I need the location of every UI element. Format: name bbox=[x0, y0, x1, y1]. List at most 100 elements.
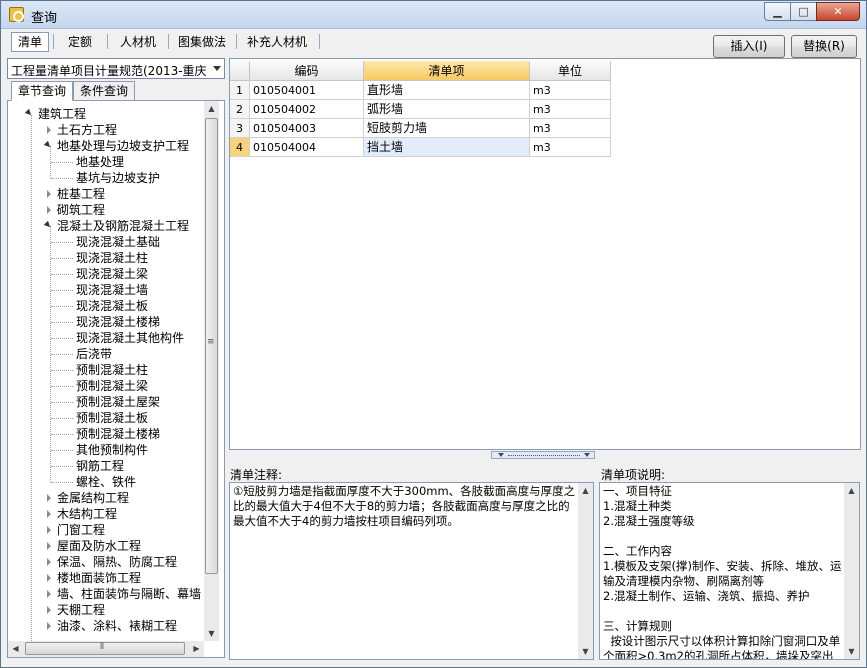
cell-item[interactable]: 短肢剪力墙 bbox=[364, 119, 530, 138]
tree-item-precast-slab[interactable]: 预制混凝土板 bbox=[76, 410, 148, 426]
standard-select[interactable]: 工程量清单项目计量规范(2013-重庆 bbox=[7, 58, 225, 79]
tab-chapter-query[interactable]: 章节查询 bbox=[11, 81, 73, 101]
tree-guide-line bbox=[51, 242, 73, 243]
description-box[interactable]: 一、项目特征 1.混凝土种类 2.混凝土强度等级 二、工作内容 1.模板及支架(… bbox=[599, 482, 860, 660]
insert-button[interactable]: 插入(I) bbox=[713, 35, 785, 58]
maximize-button[interactable]: □ bbox=[790, 2, 817, 21]
tree-item-cast-wall[interactable]: 现浇混凝土墙 bbox=[76, 282, 148, 298]
row-number[interactable]: 4 bbox=[230, 138, 250, 157]
grid-header-unit[interactable]: 单位 bbox=[530, 61, 611, 81]
collapsed-arrow-icon[interactable] bbox=[47, 542, 51, 550]
tree-item-concrete[interactable]: 混凝土及钢筋混凝土工程 bbox=[57, 218, 189, 234]
tree-item-other-precast[interactable]: 其他预制构件 bbox=[76, 442, 148, 458]
collapsed-arrow-icon[interactable] bbox=[47, 126, 51, 134]
tree-item-precast-stair[interactable]: 预制混凝土楼梯 bbox=[76, 426, 160, 442]
tree-item-door-window[interactable]: 门窗工程 bbox=[57, 522, 105, 538]
cell-unit[interactable]: m3 bbox=[530, 138, 611, 157]
tree-item-earthwork[interactable]: 土石方工程 bbox=[57, 122, 117, 138]
tree-item-cast-stair[interactable]: 现浇混凝土楼梯 bbox=[76, 314, 160, 330]
tab-atlas-method[interactable]: 图集做法 bbox=[173, 32, 231, 52]
cell-unit[interactable]: m3 bbox=[530, 100, 611, 119]
cell-code[interactable]: 010504001 bbox=[250, 81, 364, 100]
collapsed-arrow-icon[interactable] bbox=[47, 510, 51, 518]
collapsed-arrow-icon[interactable] bbox=[47, 526, 51, 534]
grid-header-item[interactable]: 清单项 bbox=[364, 61, 530, 81]
tab-bill[interactable]: 清单 bbox=[11, 32, 49, 52]
row-number[interactable]: 3 bbox=[230, 119, 250, 138]
tree-item-foundation[interactable]: 地基处理 bbox=[76, 154, 124, 170]
tab-supplement-materials[interactable]: 补充人材机 bbox=[241, 32, 313, 52]
tree-item-cast-other[interactable]: 现浇混凝土其他构件 bbox=[76, 330, 184, 346]
close-button[interactable]: ✕ bbox=[816, 2, 860, 21]
window-controls: ▁ □ ✕ bbox=[764, 2, 860, 21]
standard-select-value: 工程量清单项目计量规范(2013-重庆 bbox=[11, 64, 207, 78]
scroll-up-icon[interactable]: ▲ bbox=[844, 483, 859, 498]
collapsed-arrow-icon[interactable] bbox=[47, 494, 51, 502]
cell-code[interactable]: 010504003 bbox=[250, 119, 364, 138]
tree-vertical-scrollbar[interactable]: ▲ ≡ ▼ bbox=[204, 101, 219, 641]
tab-separator bbox=[107, 34, 108, 49]
cell-item[interactable]: 弧形墙 bbox=[364, 100, 530, 119]
tab-materials[interactable]: 人材机 bbox=[113, 32, 163, 52]
tree-item-metal-structure[interactable]: 金属结构工程 bbox=[57, 490, 129, 506]
cell-item[interactable]: 直形墙 bbox=[364, 81, 530, 100]
collapsed-arrow-icon[interactable] bbox=[47, 190, 51, 198]
tree-item-cast-slab[interactable]: 现浇混凝土板 bbox=[76, 298, 148, 314]
scroll-left-icon[interactable]: ◀ bbox=[8, 641, 23, 656]
collapsed-arrow-icon[interactable] bbox=[47, 622, 51, 630]
panel-splitter[interactable] bbox=[491, 451, 595, 459]
tree-item-post-pour-strip[interactable]: 后浇带 bbox=[76, 346, 112, 362]
notes-box[interactable]: ①短肢剪力墙是指截面厚度不大于300mm、各肢截面高度与厚度之比的最大值大于4但… bbox=[229, 482, 594, 660]
scroll-thumb[interactable] bbox=[25, 642, 185, 655]
tree-item-precast-column[interactable]: 预制混凝土柱 bbox=[76, 362, 148, 378]
tree-guide-line bbox=[51, 482, 73, 483]
tree-item-building[interactable]: 建筑工程 bbox=[38, 106, 86, 122]
tab-quota[interactable]: 定额 bbox=[59, 32, 101, 52]
cell-item[interactable]: 挡土墙 bbox=[364, 138, 530, 157]
collapsed-arrow-icon[interactable] bbox=[47, 558, 51, 566]
tree-item-rebar[interactable]: 钢筋工程 bbox=[76, 458, 124, 474]
tree-item-roof-waterproof[interactable]: 屋面及防水工程 bbox=[57, 538, 141, 554]
tree-item-precast-beam[interactable]: 预制混凝土梁 bbox=[76, 378, 148, 394]
collapsed-arrow-icon[interactable] bbox=[47, 574, 51, 582]
minimize-button[interactable]: ▁ bbox=[764, 2, 791, 21]
tree-item-paint[interactable]: 油漆、涂料、裱糊工程 bbox=[57, 618, 177, 634]
chevron-down-icon bbox=[213, 66, 221, 71]
tree-item-precast-truss[interactable]: 预制混凝土屋架 bbox=[76, 394, 160, 410]
tree-item-floor-finish[interactable]: 楼地面装饰工程 bbox=[57, 570, 141, 586]
description-scrollbar[interactable]: ▲ ▼ bbox=[844, 483, 859, 659]
scroll-down-icon[interactable]: ▼ bbox=[204, 626, 219, 641]
collapsed-arrow-icon[interactable] bbox=[47, 590, 51, 598]
collapsed-arrow-icon[interactable] bbox=[47, 606, 51, 614]
tree-item-ceiling[interactable]: 天棚工程 bbox=[57, 602, 105, 618]
scroll-up-icon[interactable]: ▲ bbox=[578, 483, 593, 498]
scroll-down-icon[interactable]: ▼ bbox=[844, 644, 859, 659]
row-number[interactable]: 2 bbox=[230, 100, 250, 119]
tree-item-insulation[interactable]: 保温、隔热、防腐工程 bbox=[57, 554, 177, 570]
tree-item-bolt-iron[interactable]: 螺栓、铁件 bbox=[76, 474, 136, 490]
tree-item-cast-foundation[interactable]: 现浇混凝土基础 bbox=[76, 234, 160, 250]
cell-code[interactable]: 010504002 bbox=[250, 100, 364, 119]
cell-unit[interactable]: m3 bbox=[530, 81, 611, 100]
collapsed-arrow-icon[interactable] bbox=[47, 206, 51, 214]
tree-item-foundation-slope[interactable]: 地基处理与边坡支护工程 bbox=[57, 138, 189, 154]
grid-header-code[interactable]: 编码 bbox=[250, 61, 364, 81]
tree-item-wall-finish[interactable]: 墙、柱面装饰与隔断、幕墙 bbox=[57, 586, 201, 602]
tree-item-cast-column[interactable]: 现浇混凝土柱 bbox=[76, 250, 148, 266]
tab-condition-query[interactable]: 条件查询 bbox=[73, 81, 135, 101]
scroll-down-icon[interactable]: ▼ bbox=[578, 644, 593, 659]
scroll-up-icon[interactable]: ▲ bbox=[204, 101, 219, 116]
replace-button[interactable]: 替换(R) bbox=[791, 35, 857, 58]
tree-item-timber-structure[interactable]: 木结构工程 bbox=[57, 506, 117, 522]
row-number[interactable]: 1 bbox=[230, 81, 250, 100]
notes-scrollbar[interactable]: ▲ ▼ bbox=[578, 483, 593, 659]
tree-item-pit-slope[interactable]: 基坑与边坡支护 bbox=[76, 170, 160, 186]
tree-item-cast-beam[interactable]: 现浇混凝土梁 bbox=[76, 266, 148, 282]
tree-item-masonry[interactable]: 砌筑工程 bbox=[57, 202, 105, 218]
cell-unit[interactable]: m3 bbox=[530, 119, 611, 138]
tree-item-pile[interactable]: 桩基工程 bbox=[57, 186, 105, 202]
tree-horizontal-scrollbar[interactable]: ◀ ⦀ ▶ bbox=[8, 641, 204, 657]
cell-code[interactable]: 010504004 bbox=[250, 138, 364, 157]
left-panel: 工程量清单项目计量规范(2013-重庆 章节查询 条件查询 建筑工程 土石方工程地… bbox=[7, 58, 225, 658]
scroll-right-icon[interactable]: ▶ bbox=[189, 641, 204, 656]
